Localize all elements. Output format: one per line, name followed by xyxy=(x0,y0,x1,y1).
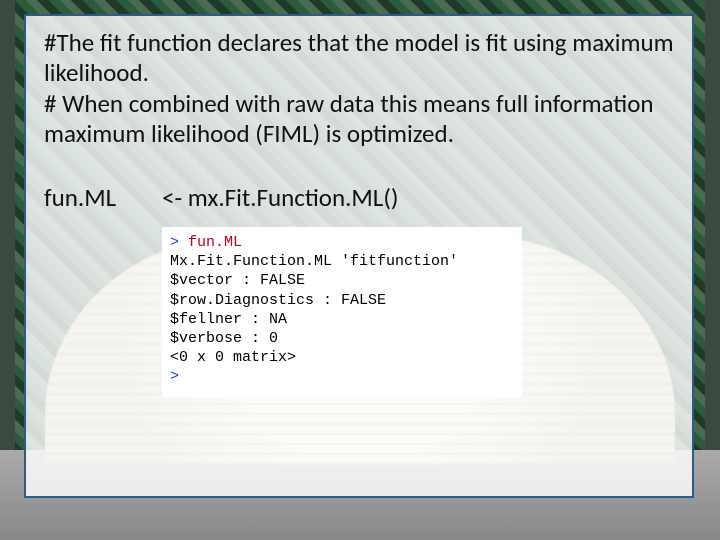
console-output-line: $fellner : NA xyxy=(170,310,514,329)
r-console-output: > fun.ML Mx.Fit.Function.ML 'fitfunction… xyxy=(162,227,522,397)
console-output-line: $vector : FALSE xyxy=(170,271,514,290)
comment-line-2: # When combined with raw data this means… xyxy=(44,89,674,148)
console-output-line: Mx.Fit.Function.ML 'fitfunction' xyxy=(170,252,514,271)
code-assignment: fun.ML <- mx.Fit.Function.ML() xyxy=(44,182,674,213)
console-prompt-empty: > xyxy=(170,367,514,386)
slide-card: #The fit function declares that the mode… xyxy=(24,14,694,498)
console-output-line: <0 x 0 matrix> xyxy=(170,348,514,367)
code-rhs: <- mx.Fit.Function.ML() xyxy=(162,182,398,213)
comment-line-1: #The fit function declares that the mode… xyxy=(44,28,674,87)
console-input: fun.ML xyxy=(188,234,242,251)
console-input-line: > fun.ML xyxy=(170,233,514,252)
console-prompt: > xyxy=(170,234,179,251)
comment-block: #The fit function declares that the mode… xyxy=(44,28,674,148)
console-output-line: $row.Diagnostics : FALSE xyxy=(170,291,514,310)
code-lhs: fun.ML xyxy=(44,182,162,213)
console-output-line: $verbose : 0 xyxy=(170,329,514,348)
